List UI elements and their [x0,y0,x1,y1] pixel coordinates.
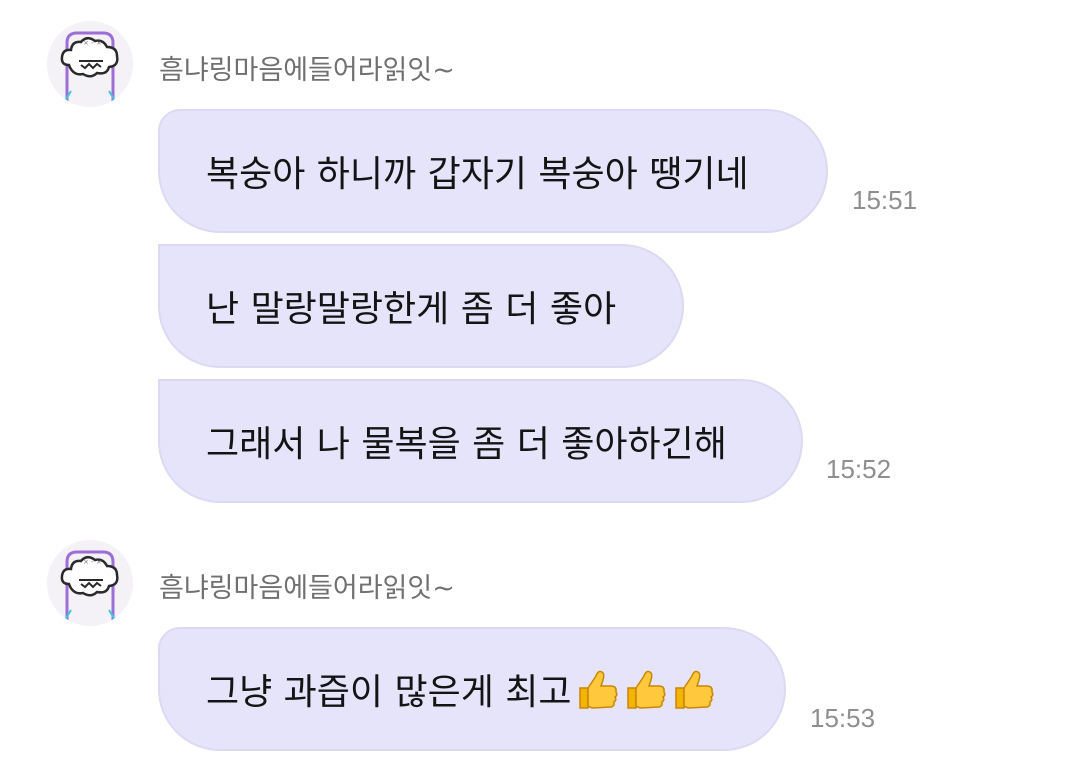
svg-text:× - ×: × - × [83,558,102,566]
message-text: 복숭아 하니까 갑자기 복숭아 땡기네 [206,154,749,195]
message-bubble[interactable]: 그래서 나 물복을 좀 더 좋아하긴해 [158,379,803,503]
cloud-face-avatar-icon: × - × [47,540,133,626]
cloud-face-avatar-icon: × - × [47,21,133,107]
message-bubble[interactable]: 복숭아 하니까 갑자기 복숭아 땡기네 [158,109,828,233]
message-bubble[interactable]: 난 말랑말랑한게 좀 더 좋아 [158,244,684,368]
thumbs-up-icon [626,670,666,709]
sender-name: 흠냐링마음에들어라읽잇~ [159,55,455,86]
sender-name: 흠냐링마음에들어라읽잇~ [159,573,455,604]
message-text: 그래서 나 물복을 좀 더 좋아하긴해 [206,424,727,465]
thumbs-up-icon [674,670,714,709]
message-bubble[interactable]: 그냥 과즙이 많은게 최고 [158,627,786,751]
avatar[interactable]: × - × [47,21,133,107]
emoji-group [574,666,718,712]
message-timestamp: 15:51 [852,185,918,215]
message-timestamp: 15:53 [810,703,876,733]
message-text: 그냥 과즙이 많은게 최고 [206,672,572,713]
message-text: 난 말랑말랑한게 좀 더 좋아 [206,289,617,330]
svg-text:× - ×: × - × [83,39,102,47]
thumbs-up-icon [578,670,618,709]
message-timestamp: 15:52 [826,454,892,484]
avatar[interactable]: × - × [47,540,133,626]
chat-view[interactable]: × - × 흠냐링마음에들어라읽잇~ 복숭아 하니까 갑자기 복숭아 땡기네 1… [0,0,1080,779]
